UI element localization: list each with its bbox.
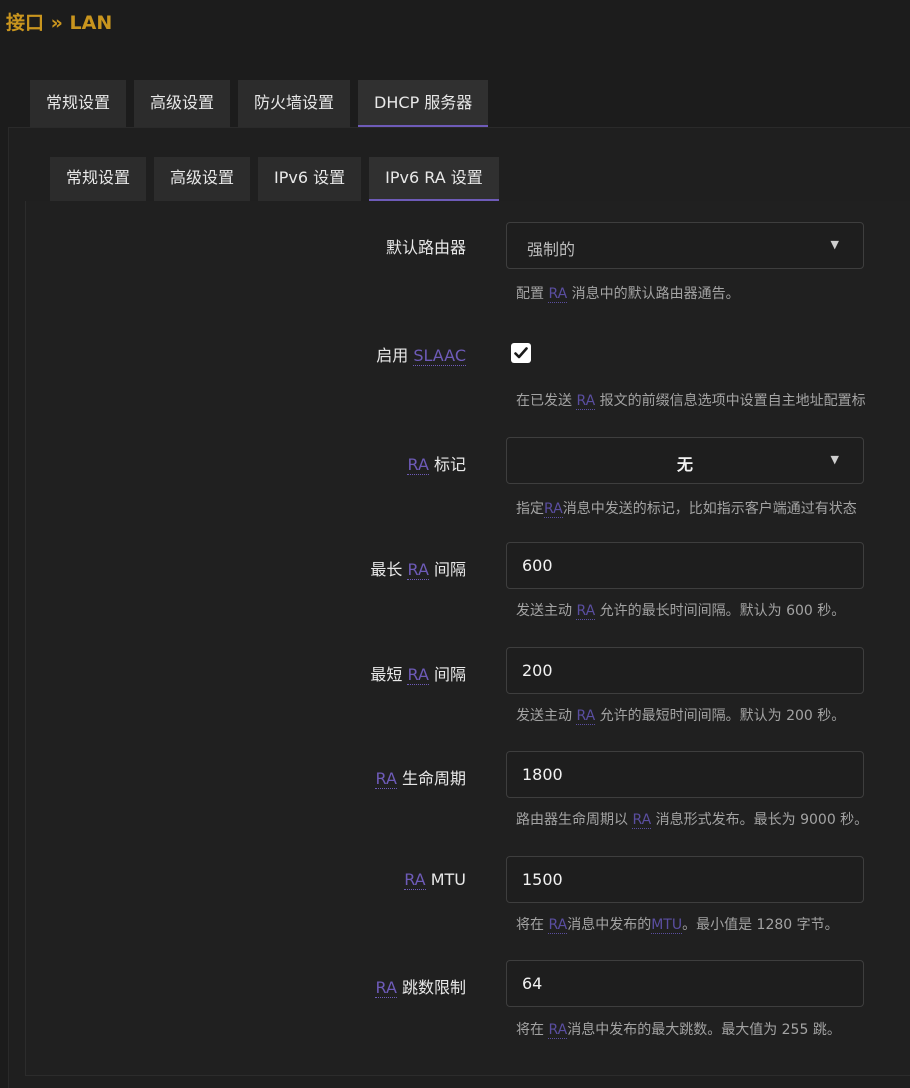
top-tab-bar: 常规设置 高级设置 防火墙设置 DHCP 服务器 [30,80,489,127]
ra-abbr: RA [576,393,596,410]
hop-limit-value: 64 [522,974,543,993]
default-router-value: 强制的 [527,240,576,259]
sub-tab-bar: 常规设置 高级设置 IPv6 设置 IPv6 RA 设置 [50,157,499,201]
desc-text: 配置 [516,286,549,302]
default-router-select[interactable]: 强制的 ▼ [506,222,864,269]
label-text: 最短 [370,665,408,684]
checkmark-icon [514,347,528,359]
desc-text: 路由器生命周期以 [516,812,633,828]
ra-abbr: RA [548,286,568,303]
desc-text: 发送主动 [516,603,577,619]
label-text: 标记 [428,455,466,474]
min-interval-value: 200 [522,661,553,680]
tab-firewall-settings[interactable]: 防火墙设置 [238,80,351,127]
desc-text: 消息中发布的最大跳数。最大值为 255 跳。 [567,1022,841,1038]
ra-abbr: RA [404,870,426,890]
ra-abbr: RA [375,978,397,998]
inner-panel [25,201,910,1076]
desc-text: 将在 [516,1022,549,1038]
slaac-abbr: SLAAC [413,346,466,366]
min-interval-description: 发送主动 RA 允许的最短时间间隔。默认为 200 秒。 [516,705,845,725]
lifetime-value: 1800 [522,765,563,784]
desc-text: 在已发送 [516,393,577,409]
min-interval-input[interactable]: 200 [506,647,864,694]
desc-text: 消息中发布的 [567,917,652,933]
desc-text: 消息中的默认路由器通告。 [567,286,740,302]
desc-text: 报文的前缀信息选项中设置自主地址配置标 [595,393,866,409]
tab-general-settings[interactable]: 常规设置 [30,80,127,127]
tab-dhcp-server[interactable]: DHCP 服务器 [358,80,489,127]
label-text: 最长 [370,560,408,579]
desc-text: 允许的最长时间间隔。默认为 600 秒。 [595,603,846,619]
ra-flags-label: RA 标记 [407,451,466,475]
lifetime-input[interactable]: 1800 [506,751,864,798]
slaac-label: 启用 SLAAC [376,342,466,366]
subtab-ipv6-settings[interactable]: IPv6 设置 [258,157,362,201]
hop-limit-input[interactable]: 64 [506,960,864,1007]
label-text: 间隔 [428,665,466,684]
ra-abbr: RA [407,665,429,685]
desc-text: 消息形式发布。最长为 9000 秒。 [651,812,869,828]
ra-flags-description: 指定RA消息中发送的标记，比如指示客户端通过有状态 [516,498,857,518]
ra-abbr: RA [548,1022,568,1039]
ra-abbr: RA [375,769,397,789]
ra-flags-select[interactable]: 无 ▼ [506,437,864,484]
mtu-label: RA MTU [404,870,466,890]
default-router-description: 配置 RA 消息中的默认路由器通告。 [516,283,740,303]
subtab-general-settings[interactable]: 常规设置 [50,157,147,201]
dropdown-arrow-icon: ▼ [830,238,839,251]
ra-abbr: RA [407,560,429,580]
ra-abbr: RA [407,455,429,475]
ra-abbr: RA [548,917,568,934]
desc-text: 。最小值是 1280 字节。 [682,917,839,933]
mtu-abbr: MTU [651,917,683,934]
ra-abbr: RA [544,501,563,518]
max-interval-label: 最长 RA 间隔 [370,556,466,580]
label-text: 生命周期 [396,769,466,788]
ra-abbr: RA [576,708,596,725]
subtab-ipv6-ra-settings[interactable]: IPv6 RA 设置 [369,157,499,201]
min-interval-label: 最短 RA 间隔 [370,661,466,685]
lifetime-label: RA 生命周期 [375,765,466,789]
mtu-description: 将在 RA消息中发布的MTU。最小值是 1280 字节。 [516,914,839,934]
desc-text: 指定 [516,501,544,517]
max-interval-value: 600 [522,556,553,575]
slaac-checkbox[interactable] [511,343,531,363]
label-text: 跳数限制 [396,978,466,997]
dropdown-arrow-icon: ▼ [830,453,839,466]
label-text: MTU [425,870,466,889]
max-interval-input[interactable]: 600 [506,542,864,589]
desc-text: 将在 [516,917,549,933]
hop-limit-description: 将在 RA消息中发布的最大跳数。最大值为 255 跳。 [516,1019,841,1039]
ra-flags-value: 无 [676,455,693,474]
mtu-value: 1500 [522,870,563,889]
subtab-advanced-settings[interactable]: 高级设置 [154,157,251,201]
desc-text: 允许的最短时间间隔。默认为 200 秒。 [595,708,846,724]
ra-abbr: RA [576,603,596,620]
breadcrumb: 接口 » LAN [6,12,113,34]
desc-text: 发送主动 [516,708,577,724]
lifetime-description: 路由器生命周期以 RA 消息形式发布。最长为 9000 秒。 [516,809,868,829]
tab-advanced-settings[interactable]: 高级设置 [134,80,231,127]
desc-text: 消息中发送的标记，比如指示客户端通过有状态 [562,501,857,517]
label-text: 间隔 [428,560,466,579]
max-interval-description: 发送主动 RA 允许的最长时间间隔。默认为 600 秒。 [516,600,845,620]
slaac-description: 在已发送 RA 报文的前缀信息选项中设置自主地址配置标 [516,390,866,410]
mtu-input[interactable]: 1500 [506,856,864,903]
hop-limit-label: RA 跳数限制 [375,974,466,998]
default-router-label: 默认路由器 [385,238,466,257]
ra-abbr: RA [632,812,652,829]
label-text: 启用 [376,346,414,365]
